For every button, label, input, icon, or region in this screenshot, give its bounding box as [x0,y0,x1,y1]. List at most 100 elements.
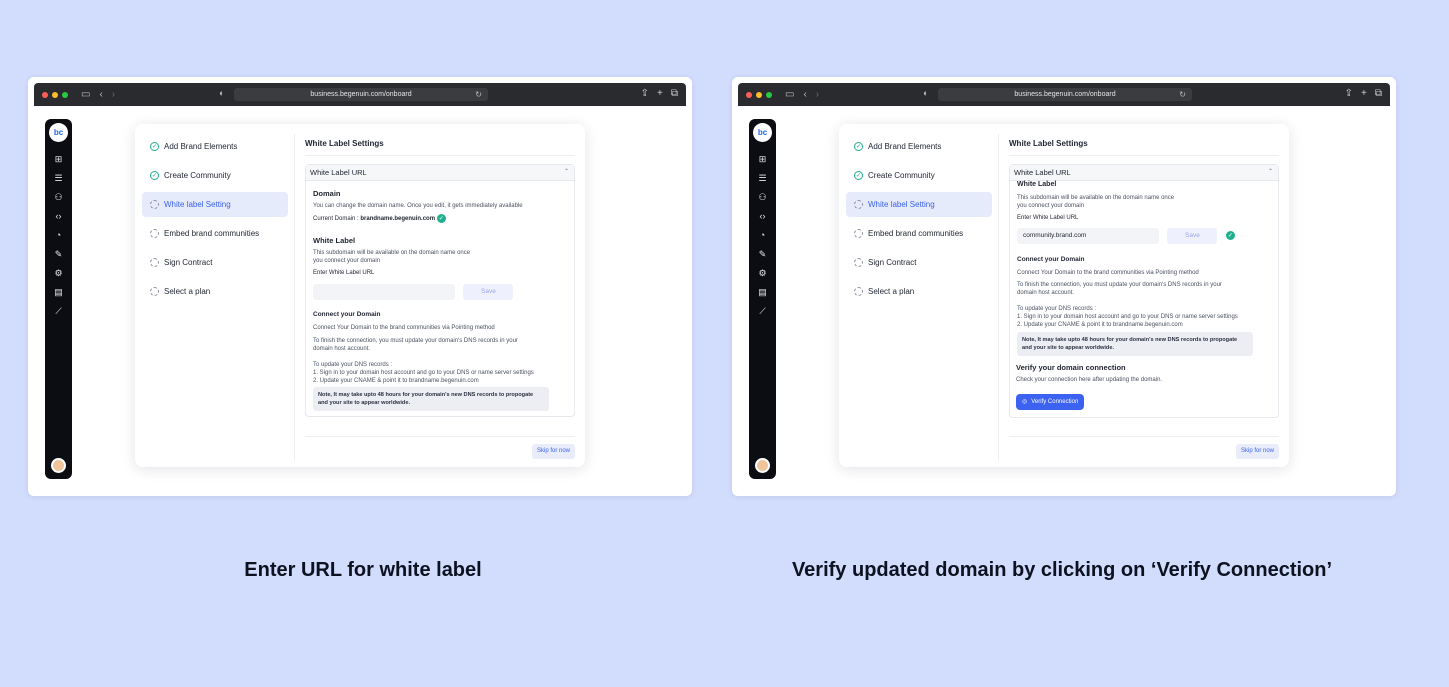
code-icon[interactable]: ‹› [749,211,776,221]
step-create-community[interactable]: ✓ Create Community [142,163,288,188]
steps-list: ✓ Add Brand Elements ✓ Create Community Wh… [142,134,288,308]
tabs-overview-icon[interactable]: ⧉ [671,88,678,99]
step-label: Sign Contract [164,258,213,267]
pending-icon [854,200,863,209]
accordion-header[interactable]: White Label URL ⌃ [306,165,574,181]
grid-icon[interactable]: ⊞ [45,154,72,164]
step-select-plan[interactable]: Select a plan [846,279,992,304]
browser-toolbar: ▭ ‹ › ◐ business.begenuin.com/onboard ↻ … [738,83,1390,106]
back-icon[interactable]: ‹ [99,89,102,100]
share-icon[interactable]: ⇪ [1345,88,1353,99]
step-label: Select a plan [868,287,915,296]
address-bar[interactable]: business.begenuin.com/onboard ↻ [938,88,1192,101]
note-line: Note, It may take upto 48 hours for your… [318,392,534,398]
steps-list: ✓ Add Brand Elements ✓ Create Community Wh… [846,134,992,308]
settings-icon[interactable]: ⚙ [45,268,72,278]
maximize-window-button[interactable] [62,91,68,98]
privacy-shield-icon[interactable]: ◐ [219,88,224,98]
white-label-url-input[interactable] [313,283,455,300]
minimize-window-button[interactable] [756,91,762,98]
save-button[interactable]: Save [1167,227,1218,244]
divider [294,134,295,461]
list-icon[interactable]: ☰ [749,173,776,183]
settings-icon[interactable]: ⚙ [749,268,776,278]
grid-icon[interactable]: ⊞ [749,154,776,164]
list-icon[interactable]: ☰ [45,173,72,183]
connect-description: Connect Your Domain to the brand communi… [1017,270,1199,276]
wand-icon[interactable]: ✎ [45,249,72,259]
step-white-label-setting[interactable]: White label Setting [846,192,992,217]
sidebar-toggle-icon[interactable]: ▭ [81,89,90,100]
users-icon[interactable]: ⚇ [749,192,776,202]
address-bar-url: business.begenuin.com/onboard [310,91,412,98]
url-label: Enter White Label URL [313,270,375,276]
step-sign-contract[interactable]: Sign Contract [846,250,992,275]
chevron-up-icon[interactable]: ⌃ [1268,168,1273,175]
verify-description: Check your connection here after updatin… [1016,377,1163,383]
dns-title: To update your DNS records : [313,362,393,368]
step-white-label-setting[interactable]: White label Setting [142,192,288,217]
code-icon[interactable]: ‹› [45,211,72,221]
divider [305,436,575,437]
screenshot-frame-left: ▭ ‹ › ◐ business.begenuin.com/onboard ↻ … [28,77,692,496]
back-icon[interactable]: ‹ [803,89,806,100]
onboarding-card: ✓ Add Brand Elements ✓ Create Community Wh… [135,124,585,467]
verified-check-icon: ✓ [1225,231,1235,241]
verify-connection-button[interactable]: ◎ Verify Connection [1016,393,1085,410]
step-create-community[interactable]: ✓ Create Community [846,163,992,188]
store-icon[interactable]: ▤ [749,287,776,297]
wand-icon[interactable]: ✎ [749,249,776,259]
verify-connection-label: Verify Connection [1031,398,1079,405]
maximize-window-button[interactable] [766,91,772,98]
reload-icon[interactable]: ↻ [1179,90,1186,99]
minimize-window-button[interactable] [52,91,58,98]
close-window-button[interactable] [746,91,752,98]
tabs-overview-icon[interactable]: ⧉ [1375,88,1382,99]
reload-icon[interactable]: ↻ [475,90,482,99]
step-embed-brand-communities[interactable]: Embed brand communities [142,221,288,246]
caption-right: Verify updated domain by clicking on ‘Ve… [791,559,1333,581]
step-select-plan[interactable]: Select a plan [142,279,288,304]
chart-icon[interactable]: ◔ [45,230,72,240]
connect-heading: Connect your Domain [1017,256,1085,263]
avatar[interactable] [51,458,66,473]
step-add-brand-elements[interactable]: ✓ Add Brand Elements [142,134,288,159]
dns-step: 2. Update your CNAME & point it to brand… [313,378,479,384]
privacy-shield-icon[interactable]: ◐ [923,88,928,98]
divider [305,155,575,156]
finish-text: domain host account. [313,346,371,352]
skip-button[interactable]: Skip for now [531,444,575,459]
chart-icon[interactable]: ◔ [749,230,776,240]
forward-icon[interactable]: › [112,89,115,100]
analytics-icon[interactable]: ⟋ [45,306,72,316]
step-embed-brand-communities[interactable]: Embed brand communities [846,221,992,246]
step-sign-contract[interactable]: Sign Contract [142,250,288,275]
sidebar-toggle-icon[interactable]: ▭ [785,89,794,100]
white-label-desc: you connect your domain [313,258,381,264]
accordion-header[interactable]: White Label URL ⌃ [1010,165,1278,181]
close-window-button[interactable] [42,91,48,98]
white-label-url-input[interactable]: community.brand.com [1017,227,1159,244]
brand-logo[interactable]: bc [753,123,772,142]
step-label: Embed brand communities [164,229,260,238]
address-bar[interactable]: business.begenuin.com/onboard ↻ [234,88,488,101]
new-tab-icon[interactable]: + [1361,88,1367,99]
divider [1009,436,1279,437]
new-tab-icon[interactable]: + [657,88,663,99]
skip-button[interactable]: Skip for now [1235,444,1279,459]
analytics-icon[interactable]: ⟋ [749,306,776,316]
forward-icon[interactable]: › [816,89,819,100]
step-add-brand-elements[interactable]: ✓ Add Brand Elements [846,134,992,159]
users-icon[interactable]: ⚇ [45,192,72,202]
share-icon[interactable]: ⇪ [641,88,649,99]
store-icon[interactable]: ▤ [45,287,72,297]
globe-icon: ◎ [1022,399,1028,405]
dns-title: To update your DNS records : [1017,306,1097,312]
brand-logo[interactable]: bc [49,123,68,142]
avatar[interactable] [755,458,770,473]
white-label-url-panel: White Label URL ⌃ White Label This subdo… [1009,164,1279,418]
dns-step: 2. Update your CNAME & point it to brand… [1017,322,1183,328]
save-button[interactable]: Save [463,283,514,300]
chevron-up-icon[interactable]: ⌃ [564,168,569,175]
connect-description: Connect Your Domain to the brand communi… [313,325,495,331]
